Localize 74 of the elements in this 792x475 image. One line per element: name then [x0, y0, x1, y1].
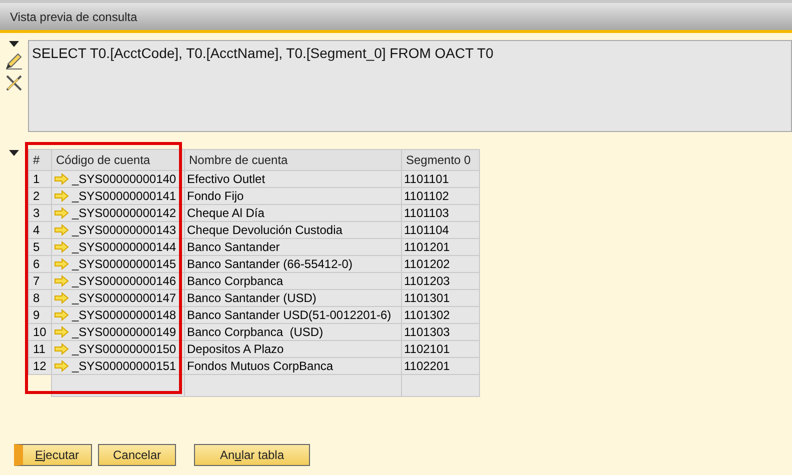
link-arrow-icon[interactable] [54, 224, 69, 236]
table-cell: Depositos A Plazo [184, 340, 402, 358]
action-button[interactable]: Anular tabla [194, 444, 310, 466]
row-number: 2 [28, 187, 52, 205]
table-cell: 1102101 [401, 340, 480, 358]
table-cell: 1101303 [401, 323, 480, 341]
column-header[interactable]: Código de cuenta [51, 149, 185, 171]
window-title: Vista previa de consulta [10, 8, 138, 26]
action-button[interactable]: Ejecutar [14, 444, 92, 466]
table-cell: 1101301 [401, 289, 480, 307]
row-number: 1 [28, 170, 52, 188]
table-cell-text: _SYS00000000144 [72, 239, 176, 256]
table-cell-text: _SYS00000000151 [72, 358, 176, 375]
collapse-triangle-icon[interactable] [9, 41, 19, 47]
table-cell: 1101104 [401, 221, 480, 239]
column-header[interactable]: # [28, 149, 52, 171]
table-cell: Banco Santander USD(51-0012201-6) [184, 306, 402, 324]
pencil-icon[interactable] [5, 51, 23, 70]
link-arrow-icon[interactable] [54, 241, 69, 253]
row-number: 6 [28, 255, 52, 273]
link-arrow-icon[interactable] [54, 173, 69, 185]
table-cell: 1102201 [401, 357, 480, 375]
table-cell: Fondo Fijo [184, 187, 402, 205]
row-number: 3 [28, 204, 52, 222]
row-number: 4 [28, 221, 52, 239]
table-cell: Banco Santander [184, 238, 402, 256]
table-cell-text: _SYS00000000142 [72, 205, 176, 222]
table-cell: 1101103 [401, 204, 480, 222]
link-arrow-icon[interactable] [54, 190, 69, 202]
table-cell: 1101202 [401, 255, 480, 273]
table-cell-text: _SYS00000000143 [72, 222, 176, 239]
row-number: 5 [28, 238, 52, 256]
table-cell-text: _SYS00000000146 [72, 273, 176, 290]
column-header[interactable]: Segmento 0 [401, 149, 480, 171]
table-cell-text: _SYS00000000148 [72, 307, 176, 324]
table-cell-text: _SYS00000000147 [72, 290, 176, 307]
link-arrow-icon[interactable] [54, 258, 69, 270]
table-cell-text: _SYS00000000141 [72, 188, 176, 205]
query-text: SELECT T0.[AcctCode], T0.[AcctName], T0.[Segment_0] FROM OACT T0 [32, 45, 494, 61]
action-button[interactable]: Cancelar [98, 444, 176, 466]
table-cell-text: _SYS00000000145 [72, 256, 176, 273]
clear-icon[interactable] [5, 74, 23, 92]
row-number: 11 [28, 340, 52, 358]
row-number: 9 [28, 306, 52, 324]
table-cell: Banco Santander (66-55412-0) [184, 255, 402, 273]
collapse-triangle-icon[interactable] [9, 150, 19, 156]
table-cell: Cheque Al Día [184, 204, 402, 222]
table-cell: 1101302 [401, 306, 480, 324]
table-cell: 1101203 [401, 272, 480, 290]
link-arrow-icon[interactable] [54, 326, 69, 338]
table-cell: Banco Santander (USD) [184, 289, 402, 307]
table-cell: 1101201 [401, 238, 480, 256]
table-cell: Efectivo Outlet [184, 170, 402, 188]
row-number: 10 [28, 323, 52, 341]
link-arrow-icon[interactable] [54, 292, 69, 304]
query-field[interactable]: SELECT T0.[AcctCode], T0.[AcctName], T0.[Segment_0] FROM OACT T0 [28, 40, 792, 132]
link-arrow-icon[interactable] [54, 275, 69, 287]
table-cell-text: _SYS00000000149 [72, 324, 176, 341]
row-number: 7 [28, 272, 52, 290]
table-cell: Banco Corpbanca (USD) [184, 323, 402, 341]
link-arrow-icon[interactable] [54, 360, 69, 372]
link-arrow-icon[interactable] [54, 207, 69, 219]
row-number: 8 [28, 289, 52, 307]
table-cell: 1101102 [401, 187, 480, 205]
table-cell-text: _SYS00000000140 [72, 171, 176, 188]
table-cell: Banco Corpbanca [184, 272, 402, 290]
column-header[interactable]: Nombre de cuenta [184, 149, 402, 171]
link-arrow-icon[interactable] [54, 343, 69, 355]
table-cell: Cheque Devolución Custodia [184, 221, 402, 239]
table-cell: Fondos Mutuos CorpBanca [184, 357, 402, 375]
link-arrow-icon[interactable] [54, 309, 69, 321]
row-number: 12 [28, 357, 52, 375]
table-cell-text: _SYS00000000150 [72, 341, 176, 358]
table-cell: 1101101 [401, 170, 480, 188]
